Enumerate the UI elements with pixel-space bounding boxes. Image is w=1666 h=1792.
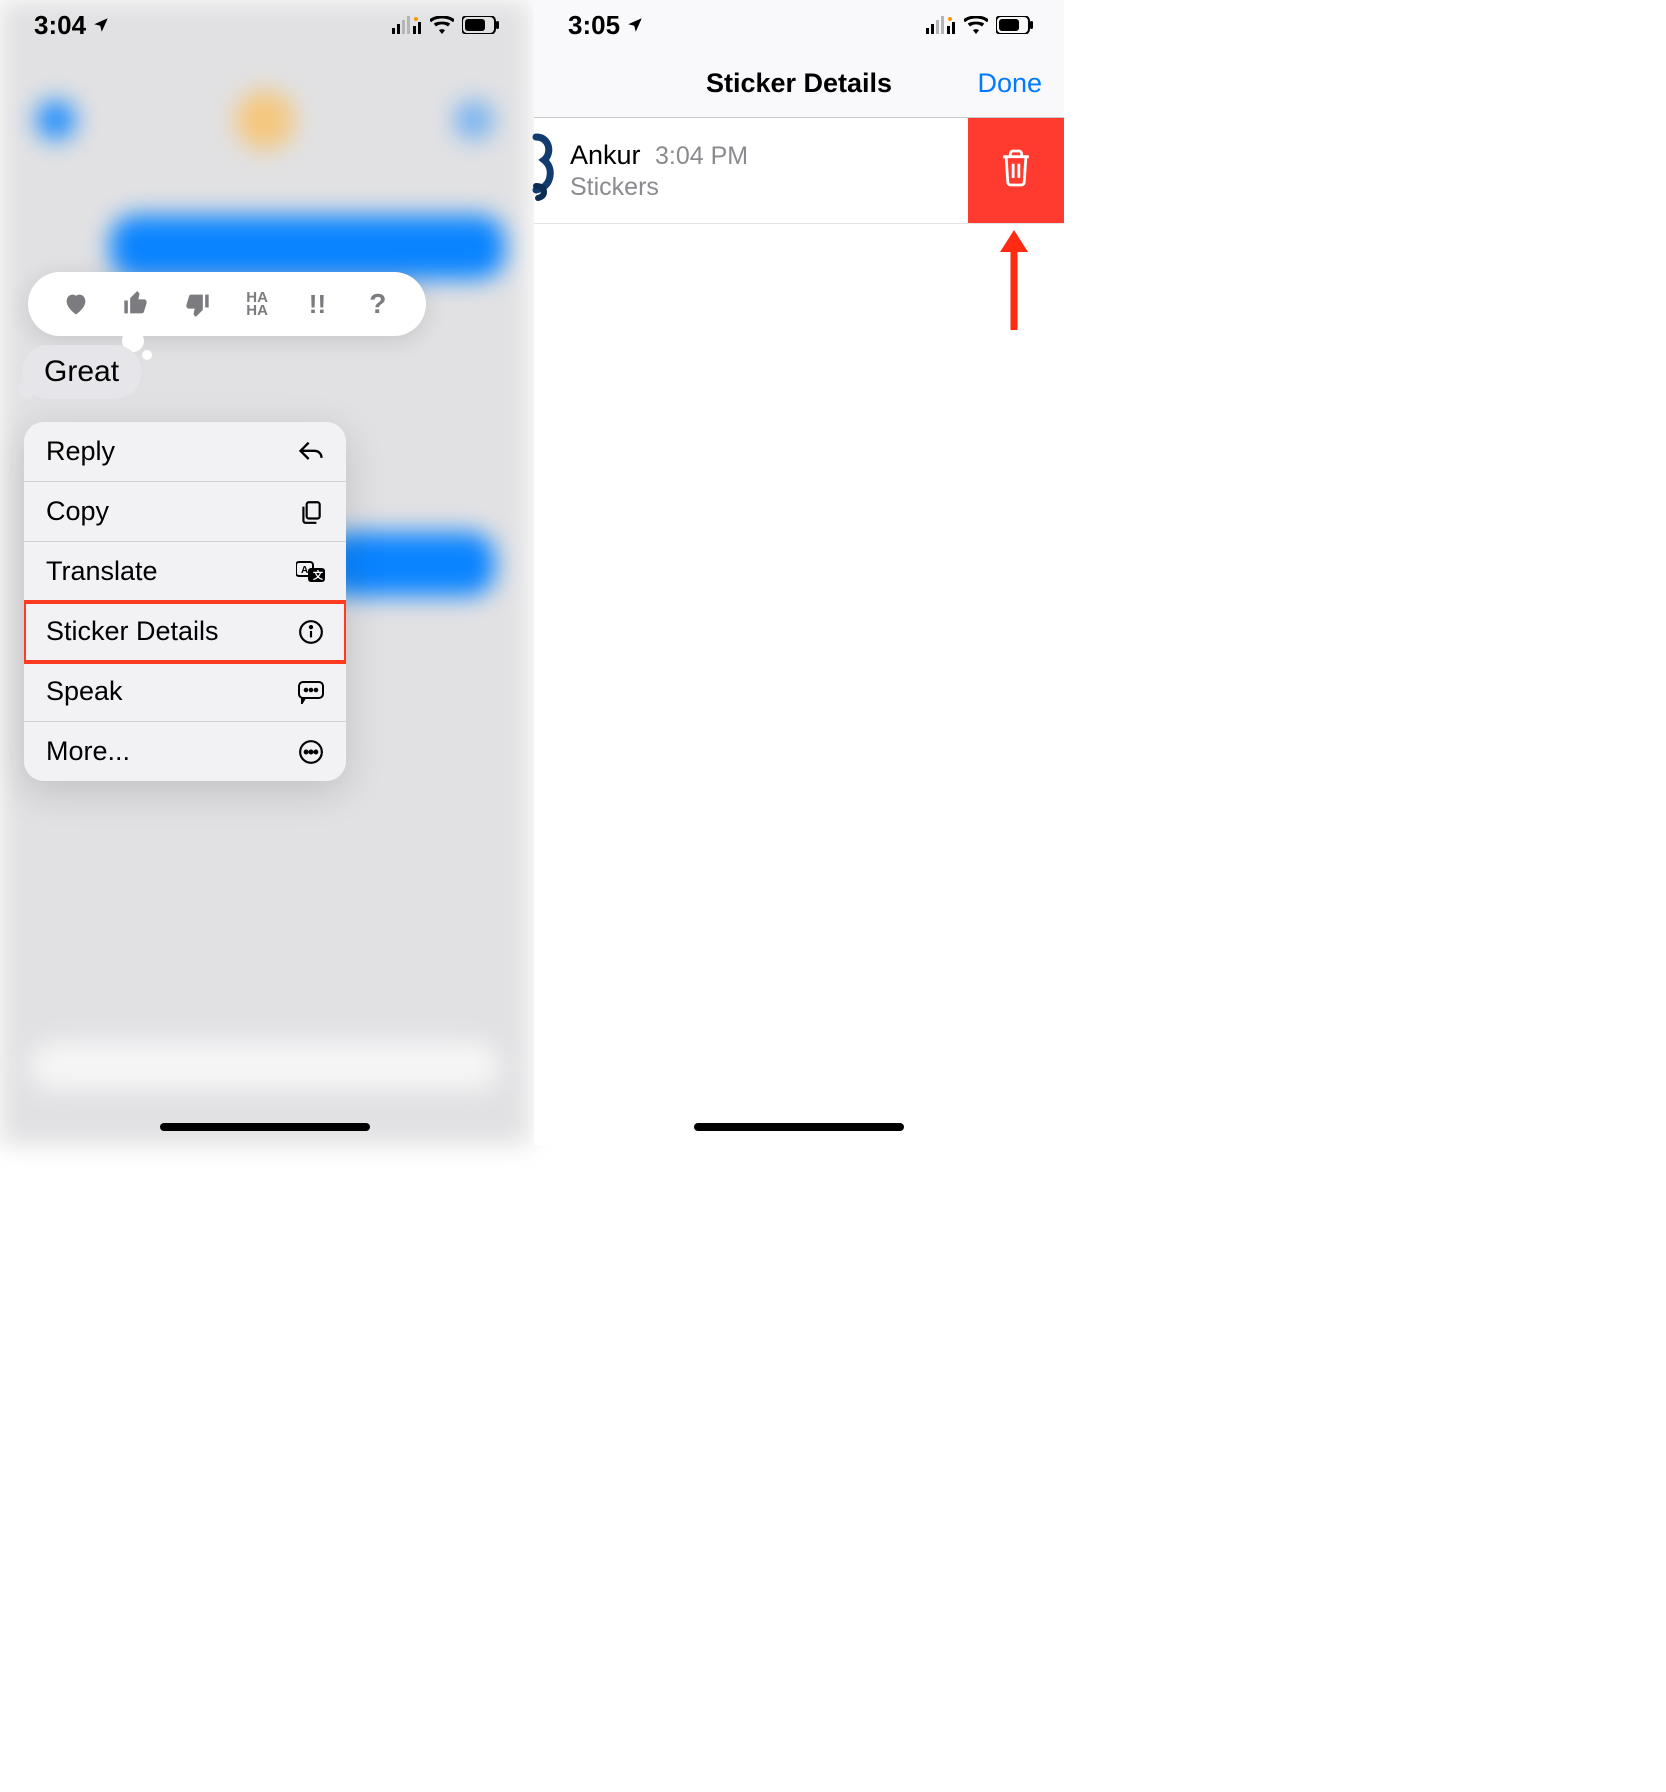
status-bar: 3:04 <box>0 0 530 50</box>
annotation-arrow-icon <box>994 230 1034 335</box>
svg-text:文: 文 <box>313 569 324 582</box>
nav-title: Sticker Details <box>706 68 892 99</box>
done-button[interactable]: Done <box>977 68 1042 99</box>
translate-icon: A文 <box>296 557 326 587</box>
dual-sim-signal-icon <box>392 10 422 41</box>
copy-icon <box>296 497 326 527</box>
home-indicator <box>160 1123 370 1131</box>
reply-arrow-icon <box>296 437 326 467</box>
home-indicator <box>694 1123 904 1131</box>
right-screenshot: 3:05 Sticker Details Done <box>534 0 1064 1145</box>
trash-icon <box>999 148 1033 193</box>
context-menu: Reply Copy Translate A文 Sticker Details <box>24 422 346 781</box>
message-text: Great <box>44 355 119 388</box>
speak-bubble-icon <box>296 677 326 707</box>
wifi-icon <box>430 16 454 34</box>
sticker-row[interactable]: Ankur 3:04 PM Stickers <box>534 118 1064 224</box>
status-time: 3:04 <box>34 10 86 41</box>
menu-translate-label: Translate <box>46 556 158 587</box>
nav-bar: Sticker Details Done <box>534 50 1064 118</box>
menu-more-label: More... <box>46 736 130 767</box>
status-time: 3:05 <box>568 10 620 41</box>
location-icon <box>92 10 110 41</box>
info-circle-icon <box>296 617 326 647</box>
location-icon <box>626 10 644 41</box>
menu-copy-label: Copy <box>46 496 109 527</box>
menu-copy[interactable]: Copy <box>24 482 346 542</box>
message-bubble[interactable]: Great <box>22 345 141 399</box>
battery-icon <box>462 16 500 34</box>
sticker-time: 3:04 PM <box>655 142 748 170</box>
sticker-app-name: Stickers <box>570 173 748 202</box>
dual-sim-signal-icon <box>926 10 956 41</box>
sticker-thumbnail <box>534 131 560 211</box>
tapback-exclaim-icon[interactable]: !! <box>297 284 337 324</box>
tapback-thumbs-up-icon[interactable] <box>116 284 156 324</box>
wifi-icon <box>964 16 988 34</box>
battery-icon <box>996 16 1034 34</box>
menu-sticker-details-label: Sticker Details <box>46 616 219 647</box>
tapback-thumbs-down-icon[interactable] <box>177 284 217 324</box>
menu-more[interactable]: More... <box>24 722 346 781</box>
menu-speak-label: Speak <box>46 676 123 707</box>
svg-text:A: A <box>301 565 308 576</box>
menu-sticker-details[interactable]: Sticker Details <box>24 602 346 662</box>
menu-speak[interactable]: Speak <box>24 662 346 722</box>
delete-button[interactable] <box>968 118 1064 223</box>
menu-translate[interactable]: Translate A文 <box>24 542 346 602</box>
menu-reply-label: Reply <box>46 436 115 467</box>
tapback-heart-icon[interactable] <box>56 284 96 324</box>
tapback-bar: HAHA !! ? <box>28 272 426 336</box>
tapback-question-icon[interactable]: ? <box>358 284 398 324</box>
tapback-haha-icon[interactable]: HAHA <box>237 284 277 324</box>
sticker-sender-name: Ankur <box>570 140 641 170</box>
left-screenshot: 3:04 <box>0 0 530 1145</box>
status-bar: 3:05 <box>534 0 1064 50</box>
more-circle-icon <box>296 737 326 767</box>
menu-reply[interactable]: Reply <box>24 422 346 482</box>
